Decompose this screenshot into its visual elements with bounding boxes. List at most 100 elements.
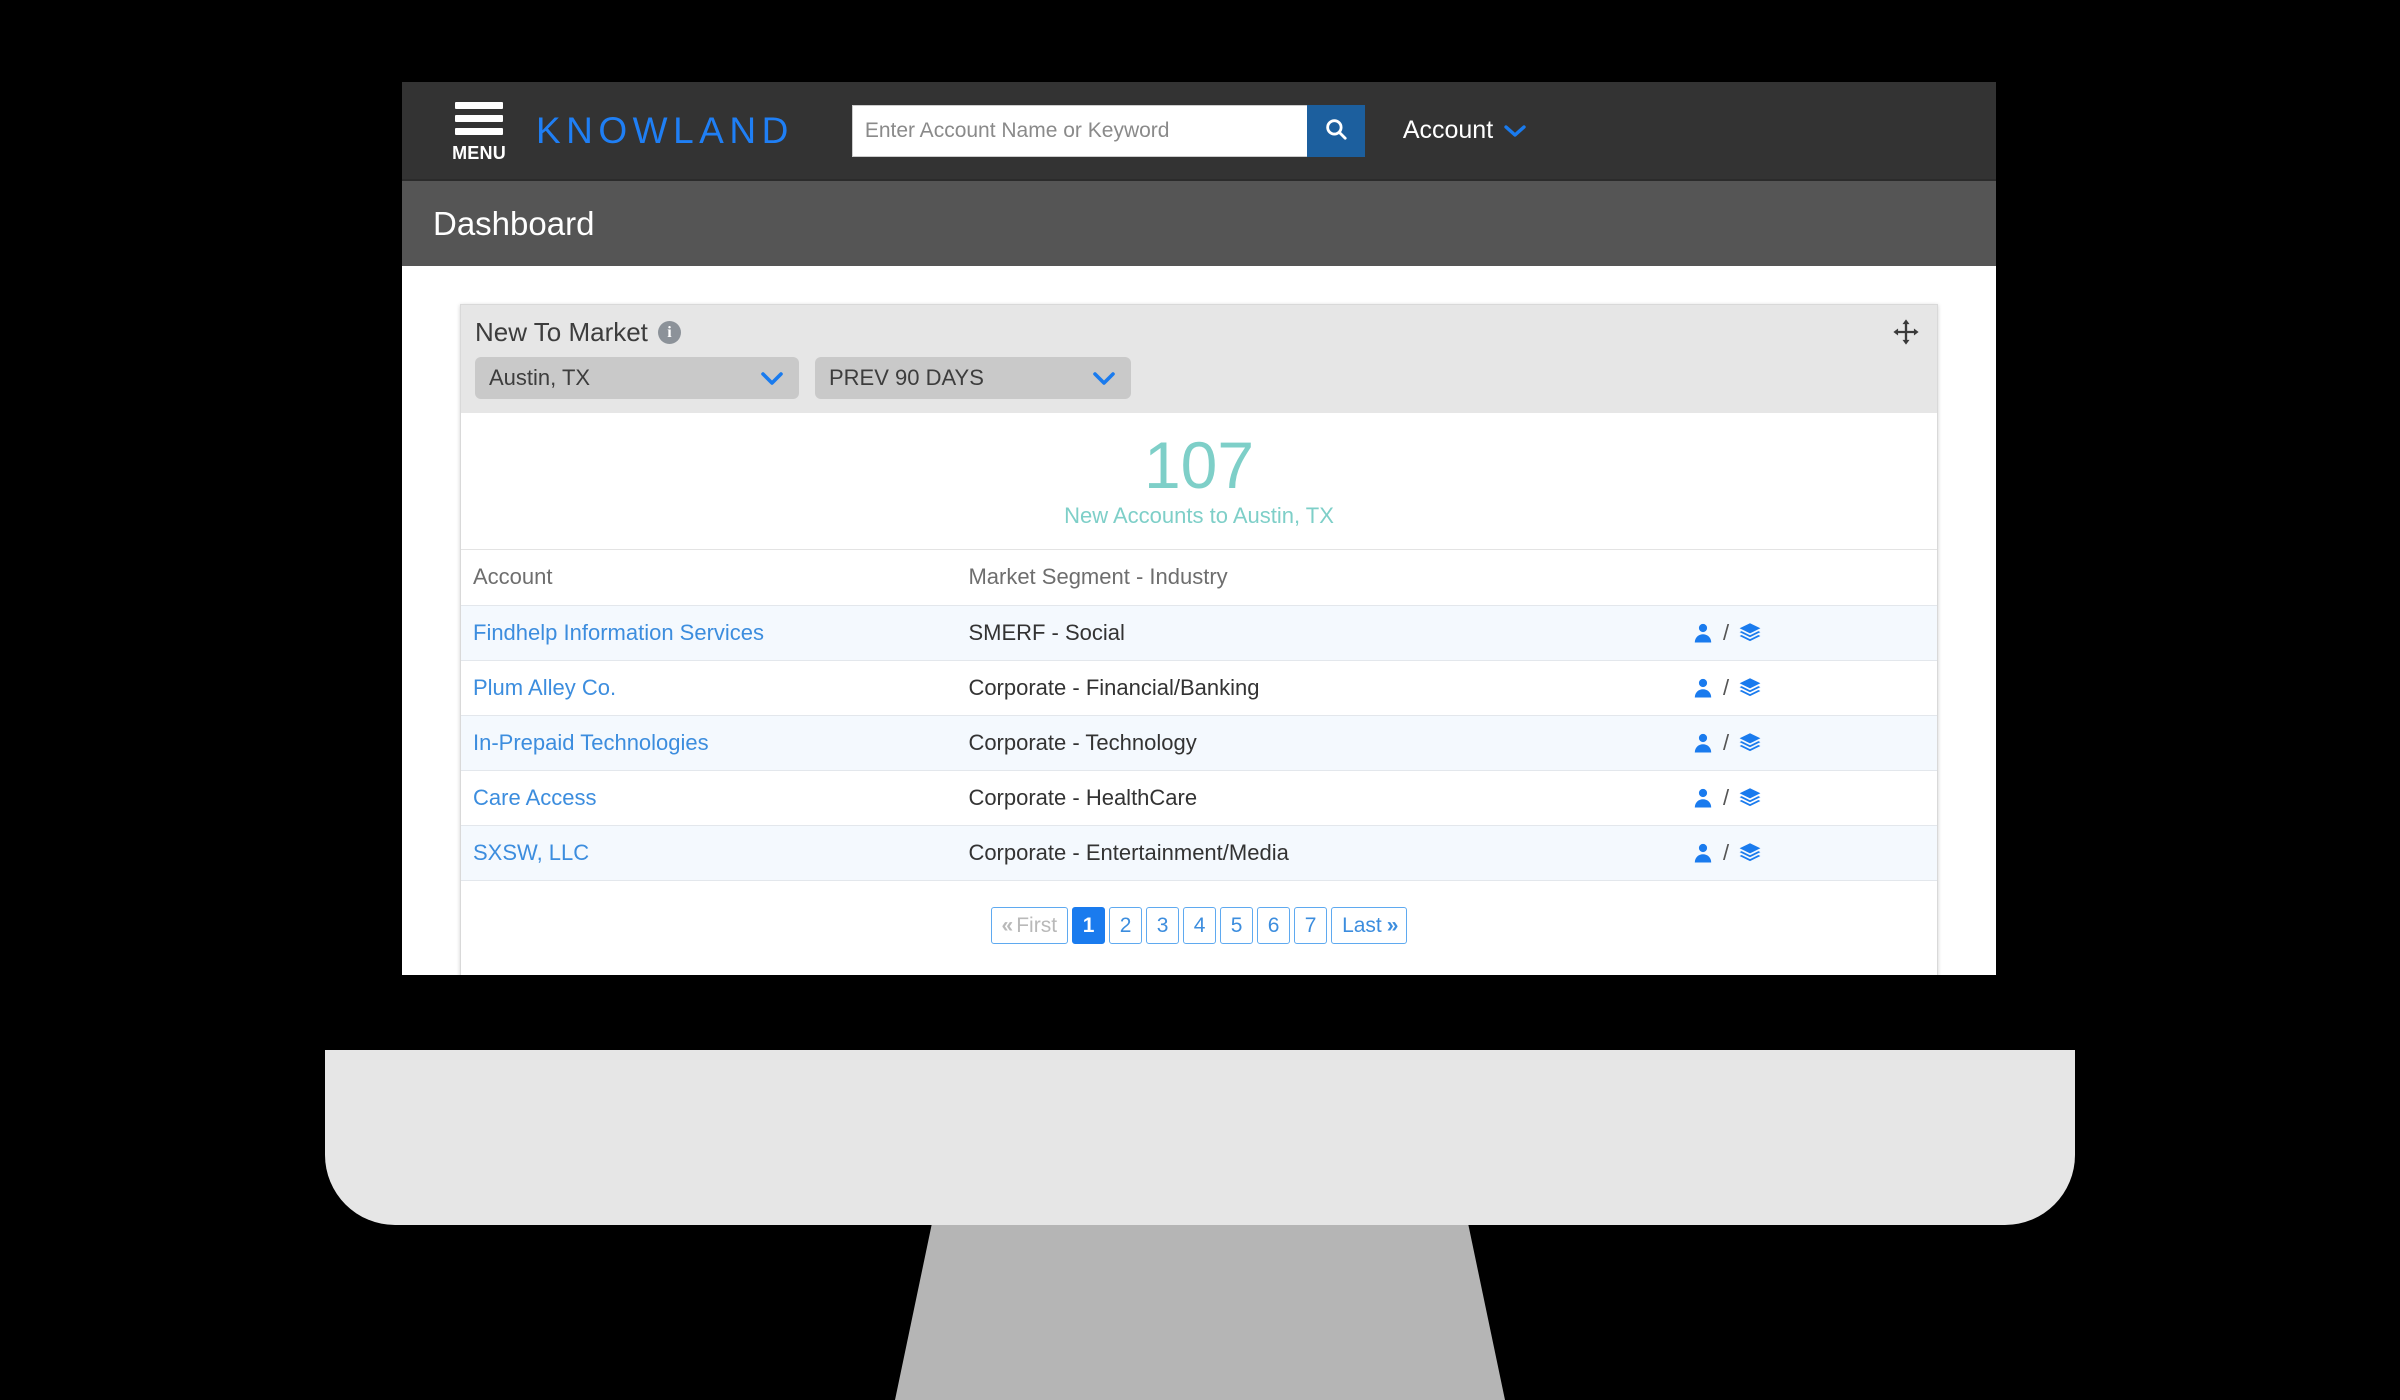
account-menu-label: Account — [1402, 116, 1494, 144]
chevron-down-icon — [759, 370, 785, 387]
widget-footer — [461, 966, 1937, 975]
layers-icon[interactable] — [1737, 841, 1763, 865]
monitor-screen: MENU KNOWLAND Account — [402, 82, 1996, 975]
new-to-market-widget: New To Market i Austin, TX PREV 90 DAYS … — [460, 304, 1938, 975]
account-link[interactable]: Findhelp Information Services — [473, 620, 764, 645]
pagination-page-7[interactable]: 7 — [1294, 907, 1328, 945]
table-row: In-Prepaid Technologies Corporate - Techn… — [461, 715, 1937, 772]
table-row: Plum Alley Co. Corporate - Financial/Bank… — [461, 660, 1937, 717]
double-chevron-left-icon: « — [1001, 913, 1014, 937]
layers-icon[interactable] — [1737, 786, 1763, 810]
cell-market-segment: Corporate - HealthCare — [956, 770, 1679, 827]
person-icon[interactable] — [1691, 731, 1715, 755]
table-row: Care Access Corporate - HealthCare / — [461, 770, 1937, 827]
pagination-page-4[interactable]: 4 — [1183, 907, 1217, 945]
icon-separator: / — [1722, 620, 1730, 646]
stat-caption: New Accounts to Austin, TX — [1064, 503, 1334, 529]
account-link[interactable]: In-Prepaid Technologies — [473, 730, 709, 755]
hamburger-menu-icon — [455, 101, 503, 141]
knowland-logo[interactable]: KNOWLAND — [536, 110, 794, 152]
market-select[interactable]: Austin, TX — [475, 357, 799, 399]
pagination-page-1[interactable]: 1 — [1072, 907, 1106, 945]
table-header-row: Account Market Segment - Industry — [461, 550, 1937, 607]
chevron-down-icon — [1503, 123, 1527, 139]
search-button[interactable] — [1306, 104, 1365, 157]
cell-actions: / — [1678, 660, 1937, 717]
icon-separator: / — [1722, 675, 1730, 701]
monitor-stand-neck — [895, 1225, 1505, 1400]
pagination-page-5[interactable]: 5 — [1220, 907, 1254, 945]
pagination-last-label: Last — [1342, 913, 1382, 937]
icon-separator: / — [1722, 785, 1730, 811]
widget-title-row: New To Market i — [475, 317, 1919, 348]
top-navigation-bar: MENU KNOWLAND Account — [402, 82, 1996, 179]
person-icon[interactable] — [1691, 841, 1715, 865]
cell-account: Findhelp Information Services — [461, 605, 957, 662]
cell-market-segment: Corporate - Financial/Banking — [956, 660, 1679, 717]
screenshot-stage: MENU KNOWLAND Account — [0, 0, 2400, 1400]
pagination-page-3[interactable]: 3 — [1146, 907, 1180, 945]
search-bar — [851, 104, 1365, 157]
pagination-last-button[interactable]: Last» — [1331, 907, 1408, 945]
account-link[interactable]: SXSW, LLC — [473, 840, 589, 865]
accounts-table-head: Account Market Segment - Industry — [461, 550, 1937, 607]
account-menu[interactable]: Account — [1403, 116, 1527, 145]
column-header-actions — [1678, 550, 1937, 607]
cell-market-segment: Corporate - Entertainment/Media — [956, 825, 1679, 882]
layers-icon[interactable] — [1737, 731, 1763, 755]
pagination-page-6[interactable]: 6 — [1257, 907, 1291, 945]
double-chevron-right-icon: » — [1386, 913, 1399, 937]
period-select[interactable]: PREV 90 DAYS — [815, 357, 1131, 399]
cell-account: Plum Alley Co. — [461, 660, 957, 717]
cell-market-segment: Corporate - Technology — [956, 715, 1679, 772]
pagination: «First 1 2 3 4 5 6 7 Last» — [461, 881, 1937, 967]
cell-actions: / — [1678, 715, 1937, 772]
search-input[interactable] — [851, 104, 1307, 157]
table-row: SXSW, LLC Corporate - Entertainment/Media… — [461, 825, 1937, 882]
widget-filters: Austin, TX PREV 90 DAYS — [475, 357, 1919, 399]
row-action-icons: / — [1691, 620, 1937, 646]
row-action-icons: / — [1691, 840, 1937, 866]
cell-actions: / — [1678, 825, 1937, 882]
row-action-icons: / — [1691, 730, 1937, 756]
stat-block: 107 New Accounts to Austin, TX — [461, 413, 1937, 551]
account-link[interactable]: Plum Alley Co. — [473, 675, 616, 700]
market-select-value: Austin, TX — [489, 365, 591, 390]
person-icon[interactable] — [1691, 786, 1715, 810]
widget-title: New To Market — [475, 317, 648, 347]
search-icon — [1323, 116, 1349, 145]
menu-button[interactable]: MENU — [446, 98, 512, 164]
chevron-down-icon — [1091, 370, 1117, 387]
person-icon[interactable] — [1691, 621, 1715, 645]
monitor-base — [325, 1050, 2075, 1225]
person-icon[interactable] — [1691, 676, 1715, 700]
info-icon[interactable]: i — [657, 321, 681, 344]
row-action-icons: / — [1691, 675, 1937, 701]
column-header-segment: Market Segment - Industry — [956, 550, 1679, 607]
period-select-value: PREV 90 DAYS — [829, 365, 984, 390]
pagination-page-2[interactable]: 2 — [1109, 907, 1143, 945]
pagination-first-label: First — [1016, 913, 1058, 937]
menu-button-label: MENU — [452, 142, 506, 163]
column-header-account: Account — [461, 550, 957, 607]
cell-actions: / — [1678, 605, 1937, 662]
widget-header: New To Market i Austin, TX PREV 90 DAYS — [461, 305, 1937, 413]
cell-account: SXSW, LLC — [461, 825, 957, 882]
icon-separator: / — [1722, 840, 1730, 866]
dashboard-content: New To Market i Austin, TX PREV 90 DAYS … — [402, 266, 1996, 975]
row-action-icons: / — [1691, 785, 1937, 811]
layers-icon[interactable] — [1737, 621, 1763, 645]
icon-separator: / — [1722, 730, 1730, 756]
pagination-first-button[interactable]: «First — [990, 907, 1069, 945]
accounts-table-body: Findhelp Information Services SMERF - Soc… — [461, 605, 1937, 882]
layers-icon[interactable] — [1737, 676, 1763, 700]
cell-actions: / — [1678, 770, 1937, 827]
page-title-bar: Dashboard — [402, 179, 1996, 266]
stat-number: 107 — [1143, 428, 1255, 502]
account-link[interactable]: Care Access — [473, 785, 597, 810]
page-title: Dashboard — [433, 204, 595, 242]
cell-account: In-Prepaid Technologies — [461, 715, 957, 772]
cell-market-segment: SMERF - Social — [956, 605, 1679, 662]
move-arrows-icon[interactable] — [1891, 317, 1921, 347]
table-row: Findhelp Information Services SMERF - Soc… — [461, 605, 1937, 662]
